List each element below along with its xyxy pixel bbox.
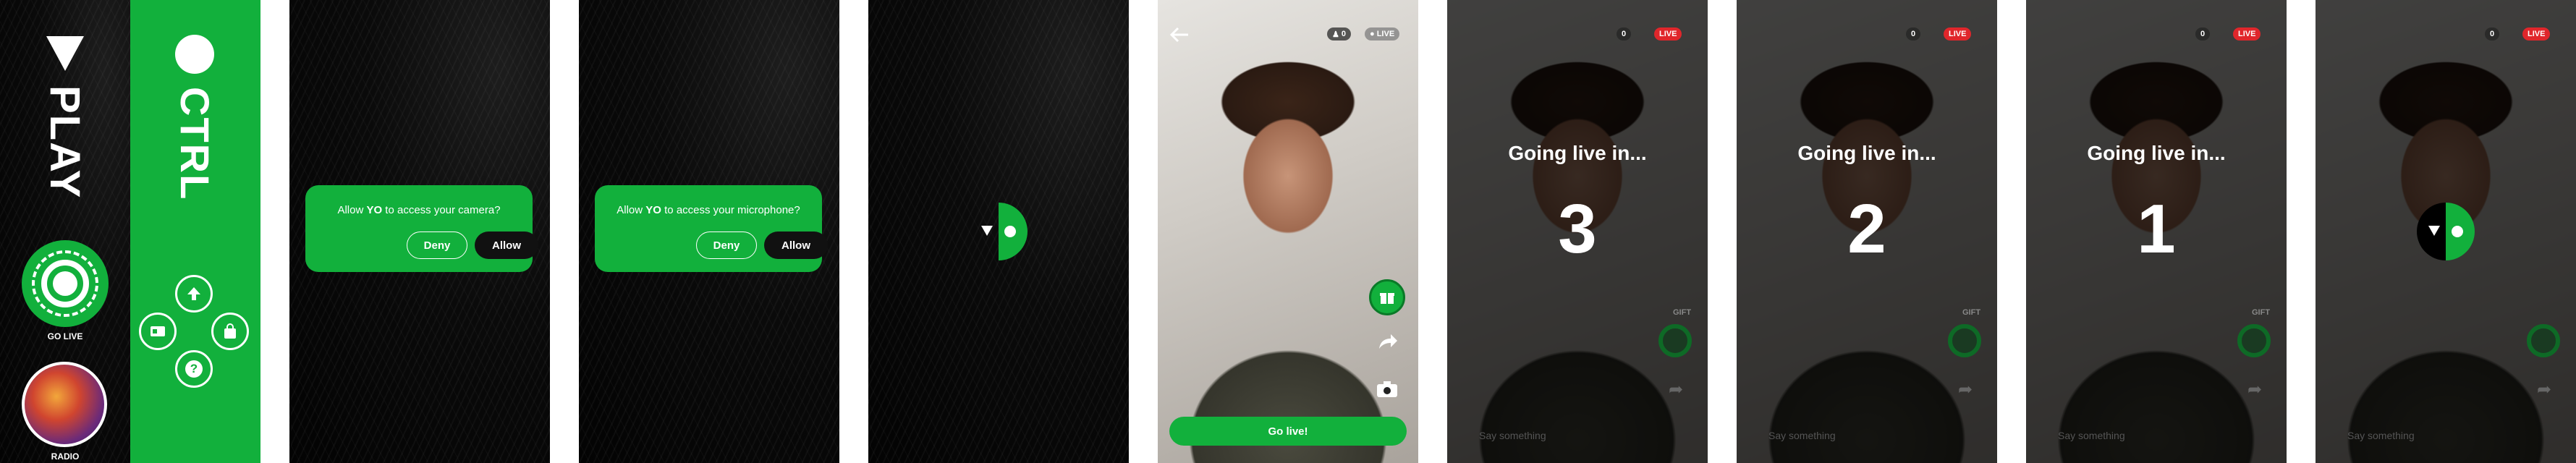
microphone-permission-dialog: Allow YO to access your microphone? Deny… [595, 185, 828, 272]
camera-permission-dialog: Allow YO to access your camera? Deny All… [305, 185, 538, 272]
play-triangle-icon [46, 36, 84, 71]
countdown-panel-2: 0 LIVE Going live in... 2 GIFT ➦ Say som… [1737, 0, 1997, 463]
countdown-heading: Going live in... [2087, 142, 2226, 164]
viewer-icon: ♟ [1332, 30, 1342, 39]
share-arrow-icon[interactable] [1378, 333, 1398, 350]
camera-permission-panel: Allow YO to access your camera? Deny All… [289, 0, 550, 463]
countdown-panel-3: 0 LIVE Going live in... 3 GIFT ➦ Say som… [1447, 0, 1708, 463]
allow-button[interactable]: Allow [764, 232, 828, 259]
going-live-panel: 0 LIVE ➦ Say something [2316, 0, 2576, 463]
viewer-count-badge: ♟ 0 [1327, 27, 1352, 41]
share-arrow-icon[interactable]: ➦ [2537, 379, 2551, 400]
viewer-count-badge: 0 [1906, 27, 1921, 41]
side-label: GIFT [1673, 308, 1692, 317]
side-label: GIFT [2252, 308, 2271, 317]
yo-logo-icon [981, 203, 1028, 260]
live-badge: LIVE [1654, 27, 1682, 41]
gift-icon [1380, 293, 1394, 304]
shopping-bag-icon [224, 323, 236, 339]
help-button[interactable]: ? [175, 350, 213, 388]
viewer-count-badge: 0 [1617, 27, 1632, 41]
share-arrow-icon[interactable]: ➦ [1669, 379, 1683, 400]
question-icon: ? [185, 360, 203, 378]
microphone-permission-question: Allow YO to access your microphone? [617, 204, 800, 216]
loading-panel [868, 0, 1129, 463]
deny-button[interactable]: Deny [696, 232, 757, 259]
back-arrow-icon[interactable] [1169, 26, 1190, 43]
play-title: PLAY [41, 85, 88, 200]
ctrl-title: CTRL [172, 87, 218, 201]
live-dot-icon: ● [1370, 30, 1377, 38]
share-arrow-icon[interactable]: ➦ [1958, 379, 1973, 400]
play-splash-panel: PLAY GO LIVE RADIO [0, 0, 130, 463]
allow-button[interactable]: Allow [475, 232, 538, 259]
live-badge: ● LIVE [1365, 27, 1400, 41]
share-arrow-icon[interactable]: ➦ [2247, 379, 2262, 400]
comment-input[interactable]: Say something [1768, 430, 1913, 446]
gift-button[interactable] [2527, 324, 2560, 357]
yo-logo-icon [2417, 203, 2475, 260]
camera-flip-icon[interactable] [1376, 381, 1398, 398]
live-badge: LIVE [2522, 27, 2551, 41]
gift-button[interactable] [2237, 324, 2271, 357]
gift-button[interactable] [1658, 324, 1692, 357]
go-live-label: GO LIVE [47, 331, 83, 341]
comment-input[interactable]: Say something [2058, 430, 2203, 446]
ctrl-circle-icon [175, 35, 214, 74]
radio-avatar[interactable] [22, 362, 107, 447]
comment-input[interactable]: Say something [2347, 430, 2492, 446]
shop-button[interactable] [211, 313, 249, 350]
viewer-count-badge: 0 [2195, 27, 2211, 41]
camera-view-panel: ♟ 0 ● LIVE Go live! [1158, 0, 1418, 463]
gift-button[interactable] [1369, 279, 1405, 315]
gift-button[interactable] [1948, 324, 1981, 357]
deny-button[interactable]: Deny [407, 232, 467, 259]
comment-input[interactable]: Say something [1479, 430, 1624, 446]
ticket-button[interactable] [139, 313, 177, 350]
microphone-permission-panel: Allow YO to access your microphone? Deny… [579, 0, 839, 463]
live-badge: LIVE [1944, 27, 1972, 41]
countdown-heading: Going live in... [1797, 142, 1936, 164]
viewer-count-badge: 0 [2485, 27, 2500, 41]
side-label: GIFT [1962, 308, 1981, 317]
live-badge: LIVE [2233, 27, 2261, 41]
go-live-button[interactable] [22, 240, 109, 327]
go-live-button[interactable]: Go live! [1169, 417, 1407, 446]
countdown-heading: Going live in... [1508, 142, 1647, 164]
upload-button[interactable] [175, 275, 213, 313]
record-ring-icon [32, 250, 98, 317]
ticket-icon [151, 326, 165, 336]
countdown-number: 1 [2137, 190, 2176, 268]
countdown-panel-1: 0 LIVE Going live in... 1 GIFT ➦ Say som… [2026, 0, 2287, 463]
upload-arrow-icon [187, 287, 200, 300]
countdown-number: 3 [1558, 190, 1597, 268]
radio-label: RADIO [51, 451, 80, 462]
countdown-number: 2 [1847, 190, 1886, 268]
camera-permission-question: Allow YO to access your camera? [337, 204, 501, 216]
ctrl-panel: CTRL ? [130, 0, 260, 463]
